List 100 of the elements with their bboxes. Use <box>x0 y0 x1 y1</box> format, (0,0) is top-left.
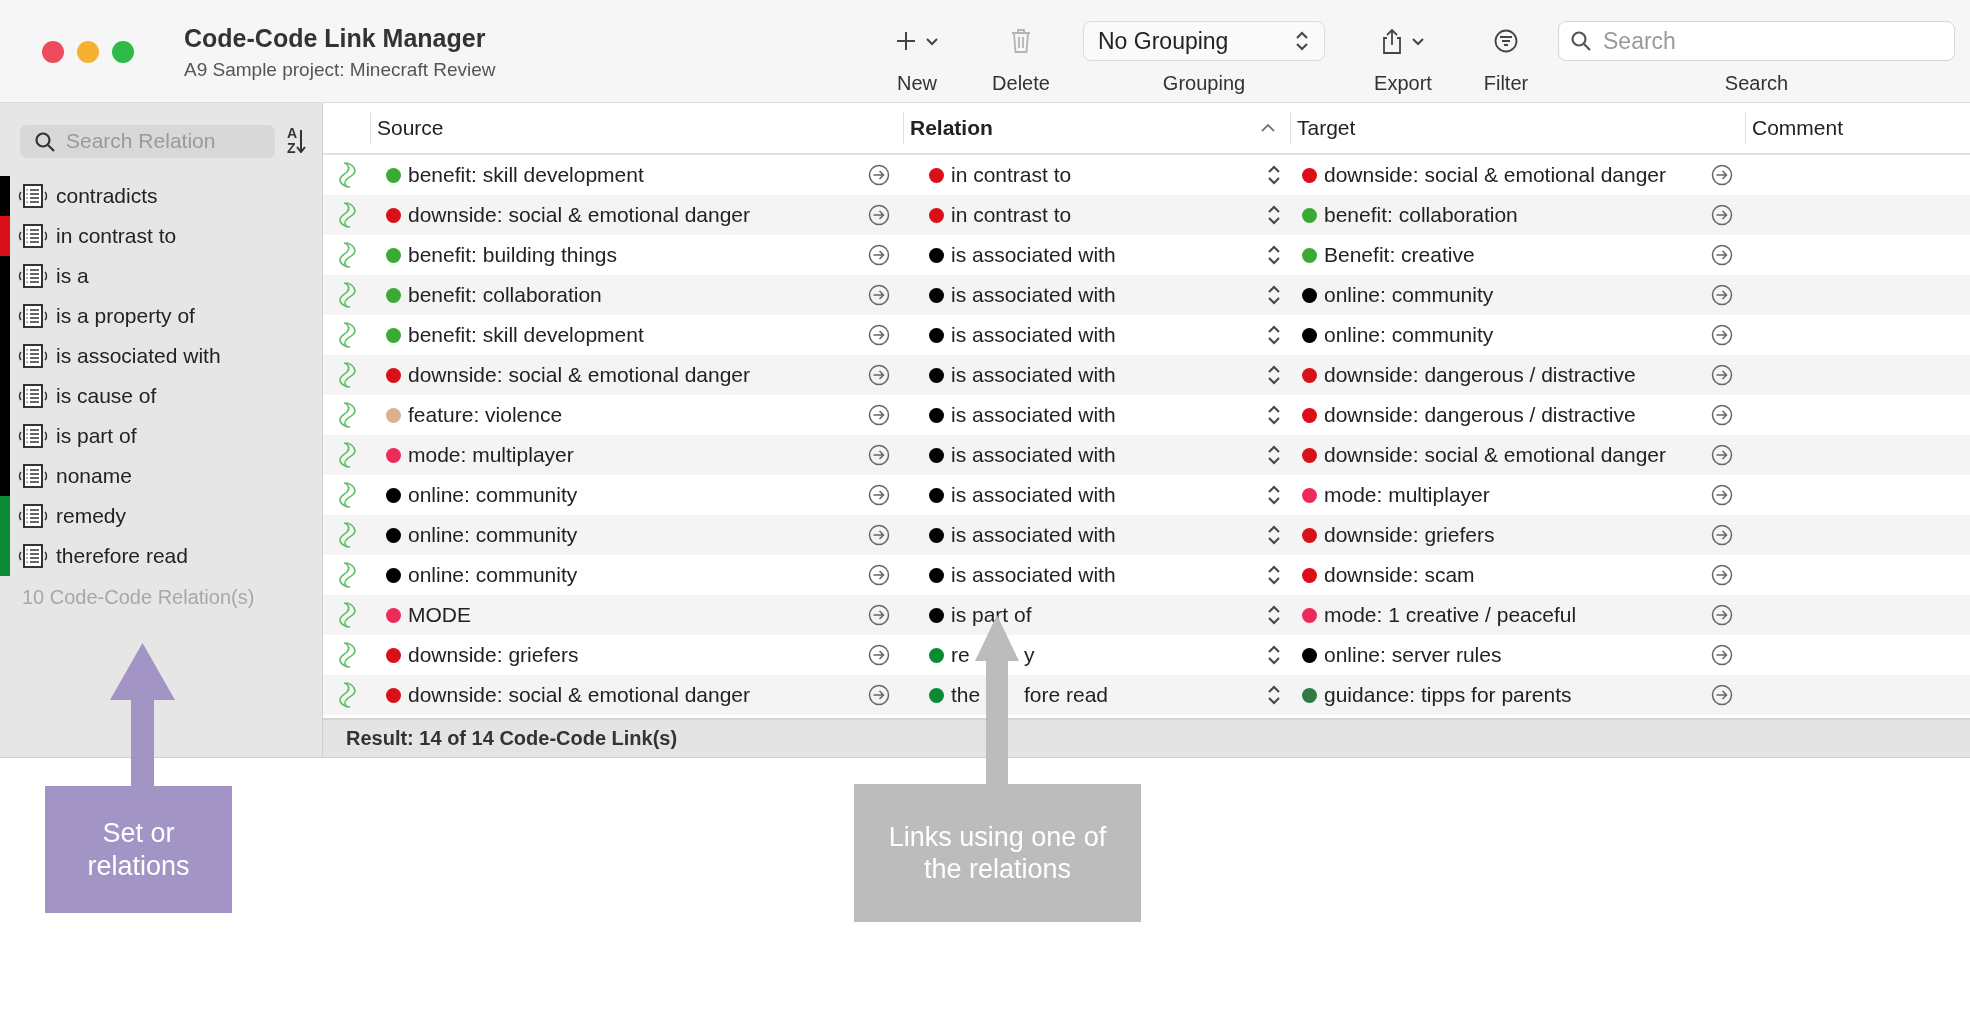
stepper-icon[interactable] <box>1266 365 1280 385</box>
stepper-icon[interactable] <box>1266 205 1280 225</box>
search-icon <box>34 130 56 153</box>
source-code: online: community <box>408 523 578 547</box>
relation-list-icon <box>18 383 48 409</box>
source-code: online: community <box>408 563 578 587</box>
relation-value-fragment: y <box>1024 643 1035 667</box>
column-header[interactable]: Comment <box>1745 112 1970 144</box>
target-code: downside: social & emotional danger <box>1324 163 1667 187</box>
link-icon <box>336 281 357 309</box>
relation-list-icon <box>18 183 48 209</box>
filter-icon <box>1494 29 1518 53</box>
relation-value: is associated with <box>951 483 1116 507</box>
chevron-icon <box>1411 35 1425 47</box>
relation-value: is associated with <box>951 243 1116 267</box>
close-button[interactable] <box>42 41 64 63</box>
stepper-icon[interactable] <box>1266 165 1280 185</box>
relation-value: is associated with <box>951 563 1116 587</box>
relation-value: is associated with <box>951 363 1116 387</box>
source-code: online: community <box>408 483 578 507</box>
relation-list-icon <box>18 303 48 329</box>
link-icon <box>336 521 357 549</box>
relation-search-field[interactable]: Search Relation <box>20 124 275 158</box>
stepper-icon[interactable] <box>1266 685 1280 705</box>
relation-list-icon <box>18 503 48 529</box>
column-header[interactable]: Source <box>370 112 903 144</box>
result-count: Result: 14 of 14 Code-Code Link(s) <box>346 727 678 750</box>
relation-item[interactable]: is cause of <box>56 384 157 408</box>
target-code: downside: dangerous / distractive <box>1324 403 1636 427</box>
relation-item[interactable]: noname <box>56 464 132 488</box>
relation-item[interactable]: therefore read <box>56 544 188 568</box>
grouping-dropdown[interactable]: No Grouping <box>1083 21 1325 61</box>
target-code: online: community <box>1324 323 1494 347</box>
relation-value: is associated with <box>951 523 1116 547</box>
share-icon <box>1381 27 1403 55</box>
relation-count: 10 Code-Code Relation(s) <box>21 585 256 609</box>
stepper-icon[interactable] <box>1266 525 1280 545</box>
column-header[interactable]: Target <box>1290 112 1745 144</box>
link-icon <box>336 401 357 429</box>
link-icon <box>336 681 357 709</box>
relation-item[interactable]: is associated with <box>56 344 221 368</box>
link-icon <box>336 321 357 349</box>
relation-item[interactable]: contradicts <box>56 184 158 208</box>
source-code: benefit: collaboration <box>408 283 602 307</box>
relation-item[interactable]: is a <box>56 264 89 288</box>
callout-label: Set or relations <box>45 786 232 913</box>
relation-list-icon <box>18 263 48 289</box>
target-code: mode: 1 creative / peaceful <box>1324 603 1577 627</box>
link-icon <box>336 361 357 389</box>
sort-caret-icon <box>1260 122 1276 134</box>
relation-value: is associated with <box>951 323 1116 347</box>
target-code: online: server rules <box>1324 643 1502 667</box>
target-code: guidance: tipps for parents <box>1324 683 1572 707</box>
stepper-icon[interactable] <box>1266 645 1280 665</box>
relation-value-fragment: the <box>951 683 981 707</box>
source-code: downside: griefers <box>408 643 579 667</box>
relation-value: is associated with <box>951 283 1116 307</box>
relation-value: in contrast to <box>951 203 1072 227</box>
link-icon <box>336 441 357 469</box>
source-code: downside: social & emotional danger <box>408 363 751 387</box>
relation-list-icon <box>18 343 48 369</box>
relation-item[interactable]: remedy <box>56 504 127 528</box>
toolbar-label: Delete <box>992 72 1050 95</box>
target-code: benefit: collaboration <box>1324 203 1518 227</box>
down-arrow-icon <box>295 129 306 153</box>
search-icon <box>1570 30 1592 52</box>
relation-value-fragment: re <box>951 643 970 667</box>
source-code: benefit: skill development <box>408 163 644 187</box>
sort-button[interactable]: AZ <box>287 123 306 159</box>
stepper-icon[interactable] <box>1266 565 1280 585</box>
search-field[interactable]: Search <box>1558 21 1955 61</box>
source-code: feature: violence <box>408 403 563 427</box>
relation-list-icon <box>18 463 48 489</box>
relation-item[interactable]: in contrast to <box>56 224 177 248</box>
toolbar-label: Export <box>1374 72 1432 95</box>
stepper-icon[interactable] <box>1266 405 1280 425</box>
stepper-icon[interactable] <box>1266 605 1280 625</box>
relation-list-icon <box>18 543 48 569</box>
source-code: MODE <box>408 603 471 627</box>
stepper-icon[interactable] <box>1266 325 1280 345</box>
relation-item[interactable]: is part of <box>56 424 137 448</box>
source-code: downside: social & emotional danger <box>408 683 751 707</box>
link-icon <box>336 641 357 669</box>
relation-value-fragment: fore read <box>1024 683 1109 707</box>
target-code: downside: griefers <box>1324 523 1495 547</box>
target-code: mode: multiplayer <box>1324 483 1490 507</box>
stepper-icon[interactable] <box>1266 245 1280 265</box>
relation-item[interactable]: is a property of <box>56 304 195 328</box>
stepper-icon[interactable] <box>1266 445 1280 465</box>
plus-icon <box>895 30 917 52</box>
relation-list-icon <box>18 423 48 449</box>
callout-label: Links using one of the relations <box>854 784 1141 922</box>
target-code: downside: dangerous / distractive <box>1324 363 1636 387</box>
stepper-icon[interactable] <box>1266 485 1280 505</box>
stepper-icon <box>1294 31 1310 51</box>
link-icon <box>336 161 357 189</box>
relation-value: is associated with <box>951 403 1116 427</box>
chevron-icon <box>925 35 939 47</box>
stepper-icon[interactable] <box>1266 285 1280 305</box>
column-header[interactable]: Relation <box>903 112 1290 144</box>
